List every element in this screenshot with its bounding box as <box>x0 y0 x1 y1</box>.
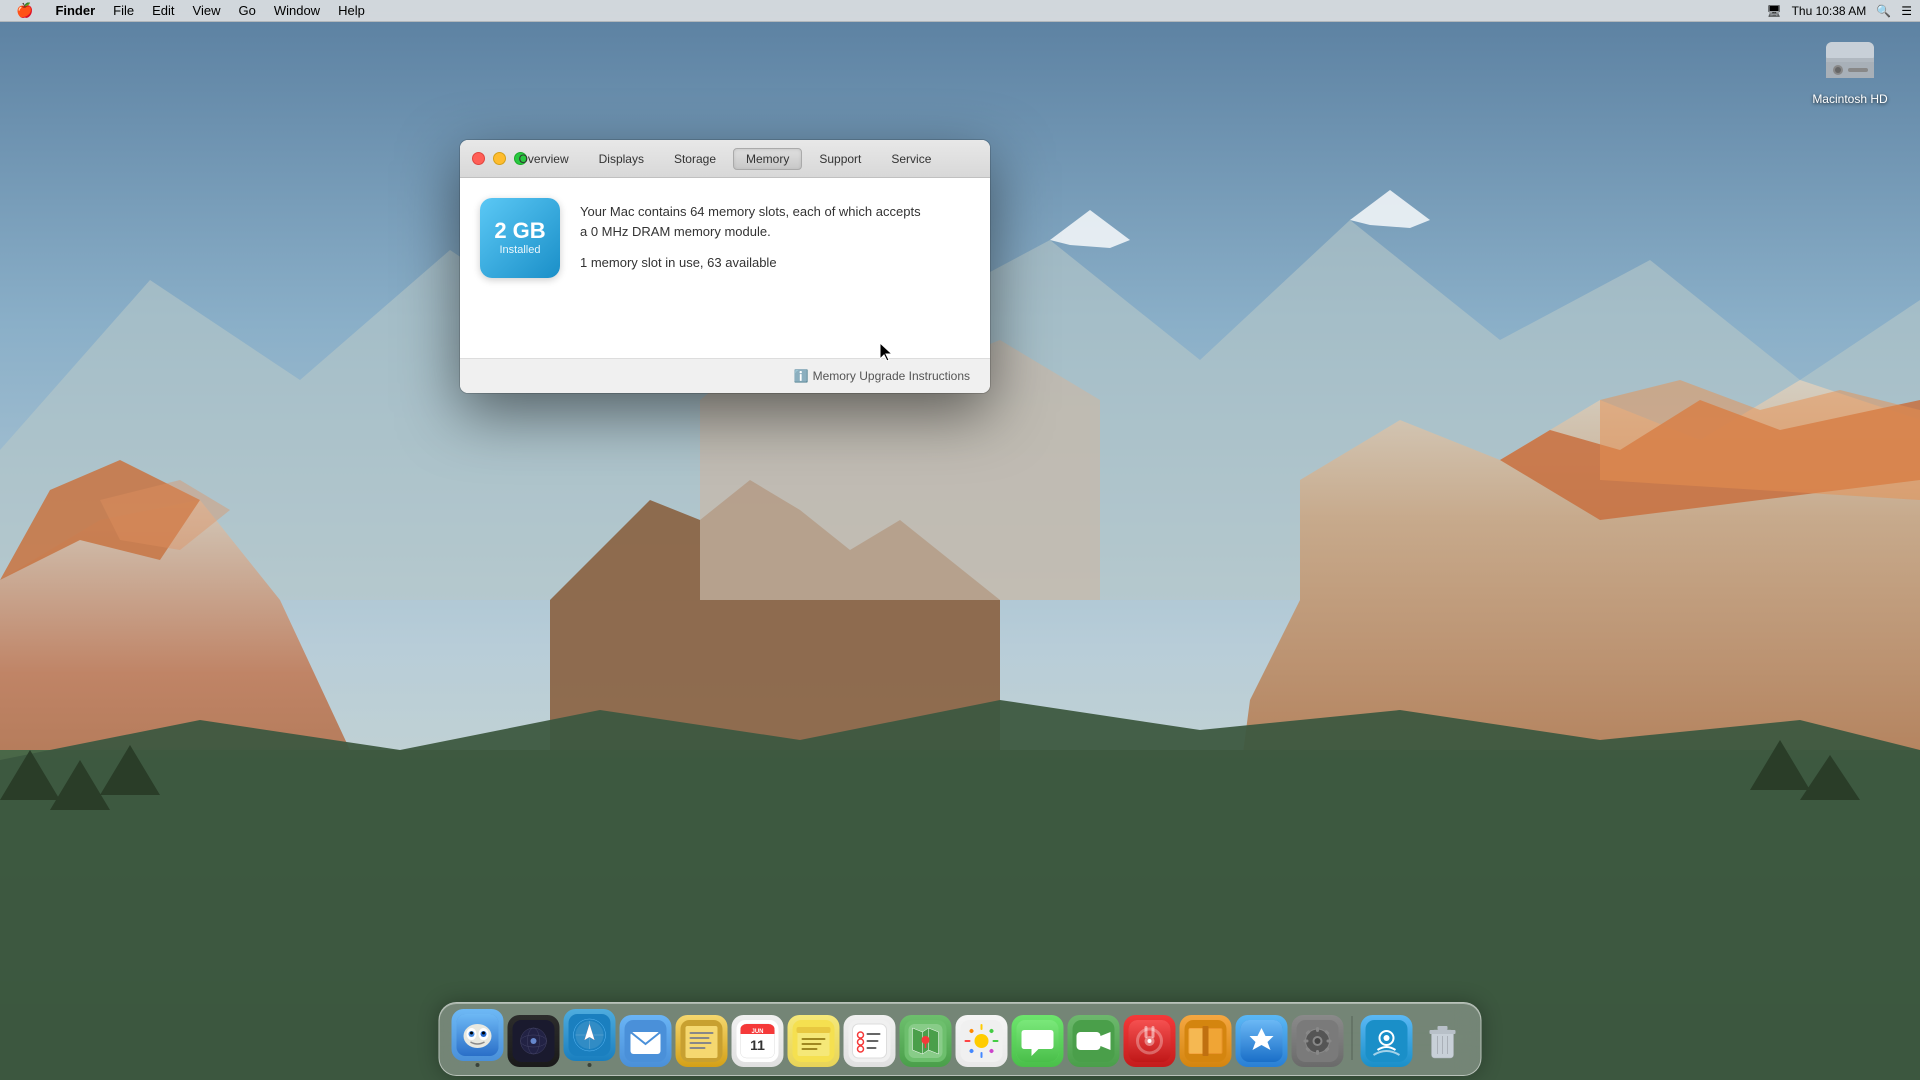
launchpad-icon <box>508 1015 560 1067</box>
books-icon <box>1180 1015 1232 1067</box>
safari-icon <box>564 1009 616 1061</box>
memory-slots-info: 1 memory slot in use, 63 available <box>580 255 970 270</box>
dock-item-calendar[interactable]: JUN 11 <box>732 1015 784 1067</box>
menubar-screen-icon: 🖥 <box>1766 4 1781 18</box>
tab-support[interactable]: Support <box>806 148 874 170</box>
dock-item-trash[interactable] <box>1417 1015 1469 1067</box>
svg-text:11: 11 <box>750 1037 765 1053</box>
dock-item-finder[interactable] <box>452 1009 504 1067</box>
tab-overview[interactable]: Overview <box>506 148 582 170</box>
hd-icon-image <box>1820 30 1880 90</box>
window-footer: ℹ️ Memory Upgrade Instructions <box>460 358 990 393</box>
dock-item-facetime[interactable] <box>1068 1015 1120 1067</box>
tab-memory[interactable]: Memory <box>733 148 802 170</box>
memory-installed-label: Installed <box>500 244 541 256</box>
tab-displays[interactable]: Displays <box>586 148 657 170</box>
dock-item-notefile[interactable] <box>676 1015 728 1067</box>
dock-item-appstore[interactable] <box>1236 1015 1288 1067</box>
menubar-right: 🖥 Thu 10:38 AM 🔍 ☰ <box>1766 4 1912 18</box>
menubar-search-icon[interactable]: 🔍 <box>1876 4 1891 18</box>
finder-dot <box>476 1063 480 1067</box>
menubar-window[interactable]: Window <box>266 2 328 19</box>
info-icon: ℹ️ <box>794 369 809 383</box>
svg-text:JUN: JUN <box>751 1029 763 1035</box>
desktop: 🍎 Finder File Edit View Go Window Help 🖥… <box>0 0 1920 1080</box>
menubar-help[interactable]: Help <box>330 2 373 19</box>
facetime-icon <box>1068 1015 1120 1067</box>
window-titlebar: Overview Displays Storage Memory Support… <box>460 140 990 178</box>
dock-item-sysprefs[interactable] <box>1292 1015 1344 1067</box>
system-info-window: Overview Displays Storage Memory Support… <box>460 140 990 393</box>
dock-item-reminders[interactable] <box>844 1015 896 1067</box>
window-content: 2 GB Installed Your Mac contains 64 memo… <box>460 178 990 358</box>
dock-item-photos[interactable] <box>956 1015 1008 1067</box>
music-icon <box>1124 1015 1176 1067</box>
safari-dot <box>588 1063 592 1067</box>
dock-item-music[interactable] <box>1124 1015 1176 1067</box>
maps-icon <box>900 1015 952 1067</box>
memory-info: Your Mac contains 64 memory slots, each … <box>580 198 970 270</box>
menubar-finder[interactable]: Finder <box>47 2 103 19</box>
dock-separator <box>1352 1016 1353 1060</box>
dock-item-books[interactable] <box>1180 1015 1232 1067</box>
calendar-icon: JUN 11 <box>732 1015 784 1067</box>
memory-layout: 2 GB Installed Your Mac contains 64 memo… <box>480 198 970 278</box>
menubar-edit[interactable]: Edit <box>144 2 182 19</box>
tab-storage[interactable]: Storage <box>661 148 729 170</box>
airdrop-icon <box>1361 1015 1413 1067</box>
dock-item-maps[interactable] <box>900 1015 952 1067</box>
notefile-icon <box>676 1015 728 1067</box>
window-tabs: Overview Displays Storage Memory Support… <box>460 148 990 170</box>
messages-icon <box>1012 1015 1064 1067</box>
dock-item-messages[interactable] <box>1012 1015 1064 1067</box>
dock-item-airdrop[interactable] <box>1361 1015 1413 1067</box>
apple-menu[interactable]: 🍎 <box>8 1 41 20</box>
appstore-icon <box>1236 1015 1288 1067</box>
menubar-left: 🍎 Finder File Edit View Go Window Help <box>8 1 373 20</box>
dock: JUN 11 <box>439 1002 1482 1076</box>
sysprefs-icon <box>1292 1015 1344 1067</box>
menubar-go[interactable]: Go <box>230 2 263 19</box>
menubar: 🍎 Finder File Edit View Go Window Help 🖥… <box>0 0 1920 22</box>
reminders-icon <box>844 1015 896 1067</box>
menubar-clock: Thu 10:38 AM <box>1792 4 1867 18</box>
dock-item-launchpad[interactable] <box>508 1015 560 1067</box>
menubar-file[interactable]: File <box>105 2 142 19</box>
dock-item-mail[interactable] <box>620 1015 672 1067</box>
memory-size-number: 2 GB <box>494 220 545 242</box>
menubar-menu-icon[interactable]: ☰ <box>1901 4 1912 18</box>
dock-item-notes[interactable] <box>788 1015 840 1067</box>
memory-description: Your Mac contains 64 memory slots, each … <box>580 202 970 241</box>
photos-icon <box>956 1015 1008 1067</box>
trash-icon <box>1417 1015 1469 1067</box>
memory-badge: 2 GB Installed <box>480 198 560 278</box>
memory-upgrade-link[interactable]: ℹ️ Memory Upgrade Instructions <box>794 369 970 383</box>
tab-service[interactable]: Service <box>878 148 944 170</box>
notes-icon <box>788 1015 840 1067</box>
desktop-icon-macintosh-hd[interactable]: Macintosh HD <box>1810 30 1890 106</box>
hd-icon-label: Macintosh HD <box>1812 92 1887 106</box>
menubar-view[interactable]: View <box>185 2 229 19</box>
dock-item-safari[interactable] <box>564 1009 616 1067</box>
mail-icon <box>620 1015 672 1067</box>
finder-icon <box>452 1009 504 1061</box>
